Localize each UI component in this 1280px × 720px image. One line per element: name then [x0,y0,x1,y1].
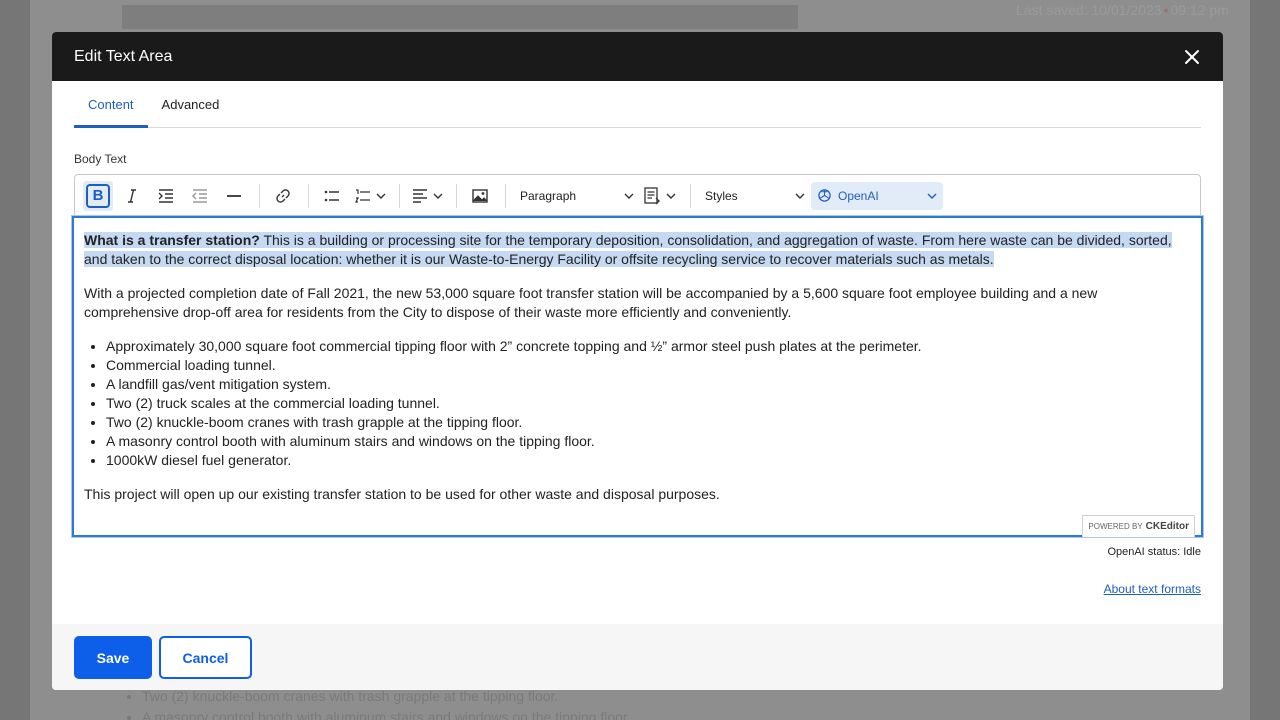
about-text-formats-link[interactable]: About text formats [1104,582,1201,596]
editor-bullet-list: Approximately 30,000 square foot commerc… [106,337,1191,470]
styles-dropdown[interactable]: Styles [699,181,811,211]
list-item: A landfill gas/vent mitigation system. [106,375,1191,394]
toolbar-separator [505,183,506,208]
body-text-label: Body Text [74,152,127,166]
link-button[interactable] [268,181,298,211]
outdent-button[interactable] [185,181,215,211]
bulleted-list-button[interactable] [317,181,347,211]
indent-button[interactable] [151,181,181,211]
tab-advanced[interactable]: Advanced [148,81,234,128]
chevron-down-icon [376,193,385,199]
editor-bold-question: What is a transfer station? [84,232,260,248]
bold-icon: B [86,183,110,208]
heading-dropdown[interactable]: Paragraph [514,181,640,211]
editor-toolbar: B Paragraph Styles OpenAI [74,174,1201,216]
powered-by-label: POWERED BY [1088,522,1143,531]
openai-dropdown[interactable]: OpenAI [811,181,943,210]
edit-text-area-dialog: Edit Text Area Content Advanced Body Tex… [52,32,1223,690]
editor-paragraph: What is a transfer station? This is a bu… [84,231,1191,269]
rich-text-editor[interactable]: What is a transfer station? This is a bu… [72,216,1203,537]
editor-paragraph: This project will open up our existing t… [84,486,720,502]
alignment-button[interactable] [408,181,446,211]
align-left-icon [412,188,427,203]
source-icon [644,186,660,204]
list-item: Commercial loading tunnel. [106,356,1191,375]
chevron-down-icon [795,193,805,199]
list-item: Two (2) truck scales at the commercial l… [106,394,1191,413]
italic-icon [128,188,136,203]
source-editing-button[interactable] [640,181,680,211]
close-icon[interactable] [1181,46,1203,68]
bold-button[interactable]: B [83,180,113,211]
numbered-list-button[interactable] [351,181,389,211]
openai-status: OpenAI status: Idle [1107,546,1201,558]
openai-dropdown-label: OpenAI [838,188,879,203]
link-icon [276,188,290,203]
tab-content[interactable]: Content [74,81,148,128]
horizontal-line-button[interactable] [219,181,249,211]
list-item: Approximately 30,000 square foot commerc… [106,337,1191,356]
save-button[interactable]: Save [74,636,152,679]
toolbar-separator [399,183,400,208]
background-left-edge [0,0,30,720]
toolbar-separator [690,183,691,208]
styles-dropdown-label: Styles [705,188,738,203]
outdent-icon [192,188,207,203]
ckeditor-brand: CKEditor [1145,521,1189,532]
cancel-button[interactable]: Cancel [159,636,252,679]
horizontal-line-icon [227,194,241,197]
list-item: Two (2) knuckle-boom cranes with trash g… [106,413,1191,432]
editor-paragraph: With a projected completion date of Fall… [84,285,1098,320]
chevron-down-icon [624,193,634,199]
background-list: Two (2) knuckle-boom cranes with trash g… [126,686,631,720]
dialog-title: Edit Text Area [74,47,173,65]
italic-button[interactable] [117,181,147,211]
numbered-list-icon [354,188,370,203]
heading-dropdown-label: Paragraph [520,188,577,203]
dialog-tabs: Content Advanced [74,81,1201,128]
dialog-header: Edit Text Area [52,32,1223,81]
last-saved-label: Last saved: 10/01/2023 [1016,2,1162,18]
openai-icon [818,189,831,202]
list-item: 1000kW diesel fuel generator. [106,451,1191,470]
insert-image-button[interactable] [465,181,495,211]
background-right-edge [1250,0,1280,720]
background-last-saved: Last saved: 10/01/2023 • 09:12 pm [1016,2,1229,18]
list-item: A masonry control booth with aluminum st… [106,432,1191,451]
chevron-down-icon [433,193,442,199]
toolbar-separator [308,183,309,208]
last-saved-time: 09:12 pm [1170,2,1229,18]
dialog-footer: Save Cancel [52,624,1223,690]
chevron-down-icon [666,193,676,199]
image-icon [472,188,488,203]
toolbar-separator [259,183,260,208]
chevron-down-icon [927,193,937,199]
background-list-item: A masonry control booth with aluminum st… [142,707,631,720]
background-header-strip [122,5,798,29]
ckeditor-badge[interactable]: POWERED BY CKEditor [1082,515,1195,537]
toolbar-separator [456,183,457,208]
indent-icon [158,188,173,203]
bulleted-list-icon [324,190,339,201]
